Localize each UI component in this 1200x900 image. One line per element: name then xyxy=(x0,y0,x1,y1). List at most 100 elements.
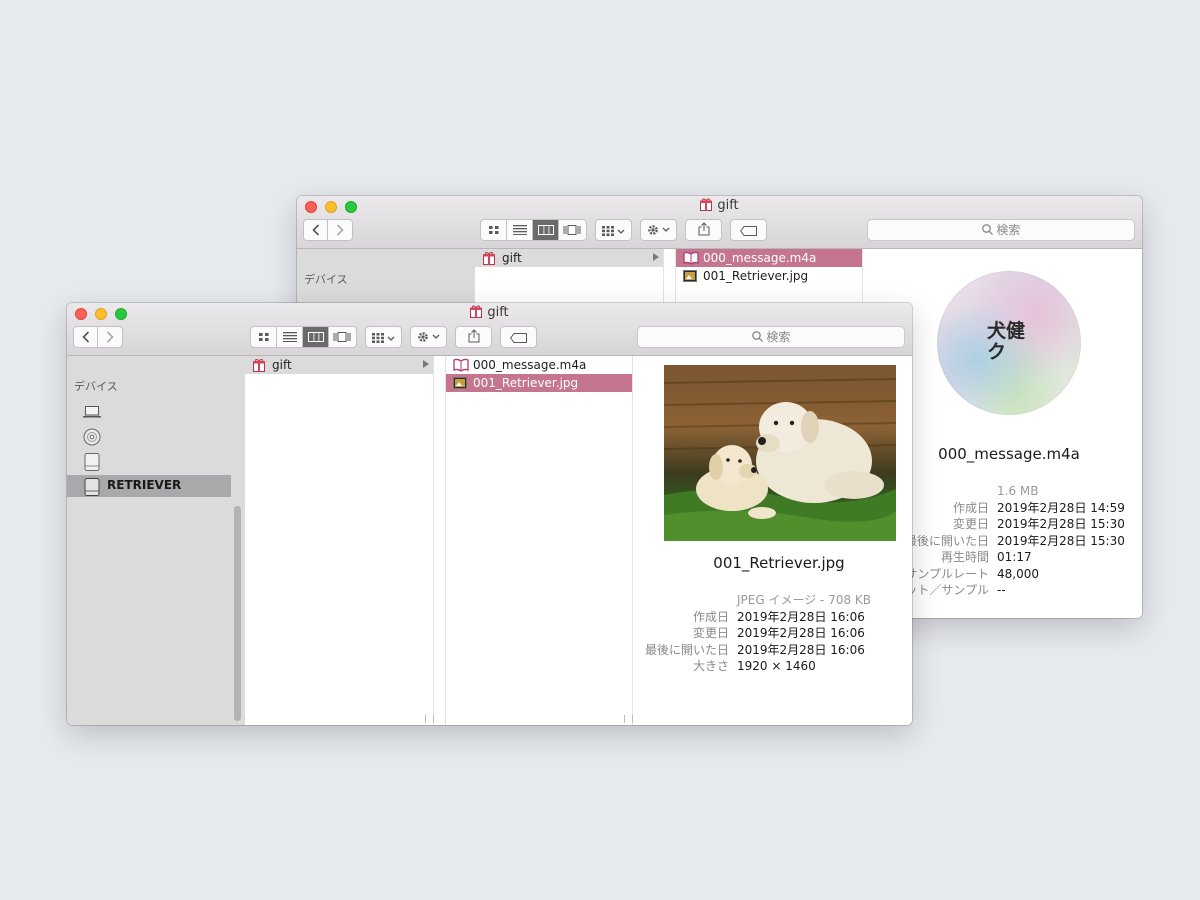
list-item[interactable]: gift xyxy=(475,249,663,267)
column-1[interactable]: gift xyxy=(245,356,434,725)
share-icon xyxy=(698,221,710,240)
jpeg-image-icon xyxy=(453,376,467,394)
item-name: 001_Retriever.jpg xyxy=(473,376,579,390)
window-title: gift xyxy=(297,198,1142,213)
item-name: gift xyxy=(272,358,292,372)
search-field[interactable]: 検索 xyxy=(867,219,1135,241)
meta-key: 最後に開いた日 xyxy=(644,642,729,657)
jpeg-image-icon xyxy=(683,269,697,287)
file-size: 1.6 MB xyxy=(997,484,1039,498)
meta-value: 2019年2月28日 16:06 xyxy=(737,642,865,657)
meta-key: 変更日 xyxy=(952,517,989,531)
meta-value: 2019年2月28日 16:06 xyxy=(737,626,865,640)
column-2[interactable]: 000_message.m4a 001_Retriever.jpg xyxy=(445,356,633,725)
meta-value: 2019年2月28日 15:30 xyxy=(997,533,1125,548)
item-name: gift xyxy=(502,251,522,265)
list-item[interactable]: 001_Retriever.jpg xyxy=(446,374,632,392)
gift-folder-icon xyxy=(470,305,483,318)
list-item[interactable]: 000_message.m4a xyxy=(446,356,632,374)
view-switcher[interactable] xyxy=(250,326,357,348)
nav-buttons[interactable] xyxy=(73,326,123,348)
share-icon xyxy=(468,328,480,347)
group-button[interactable] xyxy=(365,326,402,348)
list-view-icon[interactable] xyxy=(277,327,303,347)
column-resize-handle[interactable] xyxy=(624,715,633,723)
sidebar-scrollbar[interactable] xyxy=(234,506,241,721)
cover-flow-icon[interactable] xyxy=(329,327,355,347)
drive-icon xyxy=(83,478,101,500)
window-title-text: gift xyxy=(717,198,739,213)
list-item[interactable]: gift xyxy=(245,356,433,374)
share-button[interactable] xyxy=(685,219,722,241)
meta-key: サンプルレート xyxy=(905,566,989,581)
file-metadata: JPEG イメージ - 708 KB 作成日 2019年2月28日 16:06 変… xyxy=(633,592,912,675)
sidebar-item-retriever[interactable]: RETRIEVER xyxy=(67,475,231,497)
disclosure-arrow-icon xyxy=(423,360,429,368)
meta-key: 作成日 xyxy=(692,609,729,624)
back-icon[interactable] xyxy=(74,327,99,347)
title-bar[interactable]: gift 検索 xyxy=(297,196,1142,249)
meta-value: 2019年2月28日 14:59 xyxy=(997,500,1125,515)
forward-icon[interactable] xyxy=(98,327,122,347)
action-button[interactable] xyxy=(640,219,677,241)
action-gear-icon xyxy=(417,328,441,347)
action-button[interactable] xyxy=(410,326,447,348)
finder-window-front[interactable]: gift 検索 デバイス RETRIEVER gift 000_message.… xyxy=(67,303,912,725)
sidebar-item-external-drive[interactable] xyxy=(67,450,231,472)
window-title: gift xyxy=(67,305,912,320)
preview-file-name: 001_Retriever.jpg xyxy=(713,554,845,572)
view-switcher[interactable] xyxy=(480,219,587,241)
nav-buttons[interactable] xyxy=(303,219,353,241)
forward-icon[interactable] xyxy=(328,220,352,240)
sidebar-item-disc[interactable] xyxy=(67,425,231,447)
external-drive-icon xyxy=(83,453,101,475)
laptop-icon xyxy=(83,403,101,422)
group-button[interactable] xyxy=(595,219,632,241)
item-name: 000_message.m4a xyxy=(703,251,817,265)
search-placeholder: 検索 xyxy=(766,330,791,344)
meta-value: 48,000 xyxy=(997,566,1039,581)
tag-icon xyxy=(739,221,758,240)
search-field[interactable]: 検索 xyxy=(637,326,905,348)
gift-folder-icon xyxy=(482,251,496,270)
meta-value: -- xyxy=(997,583,1006,597)
image-preview xyxy=(664,365,896,541)
item-name: 001_Retriever.jpg xyxy=(703,269,809,283)
title-bar[interactable]: gift 検索 xyxy=(67,303,912,356)
meta-value: 2019年2月28日 16:06 xyxy=(737,609,865,624)
gift-folder-icon xyxy=(252,358,266,377)
list-item[interactable]: 001_Retriever.jpg xyxy=(676,267,862,285)
sidebar[interactable]: デバイス RETRIEVER xyxy=(67,356,245,725)
column-view-icon[interactable] xyxy=(533,220,559,240)
icon-view-icon[interactable] xyxy=(481,220,507,240)
sidebar-item-label: RETRIEVER xyxy=(107,478,182,492)
meta-key: 最後に開いた日 xyxy=(904,533,989,548)
file-metadata: 1.6 MB 作成日 2019年2月28日 14:59 変更日 2019年2月28日… xyxy=(893,483,1142,599)
preview-file-name: 000_message.m4a xyxy=(938,445,1080,463)
tag-button[interactable] xyxy=(500,326,537,348)
preview-pane: 001_Retriever.jpg JPEG イメージ - 708 KB 作成日… xyxy=(645,356,912,725)
icon-view-icon[interactable] xyxy=(251,327,277,347)
meta-value: 2019年2月28日 15:30 xyxy=(997,517,1125,531)
list-view-icon[interactable] xyxy=(507,220,533,240)
tag-icon xyxy=(509,328,528,347)
sidebar-section-header: デバイス xyxy=(74,380,118,393)
column-view-icon[interactable] xyxy=(303,327,329,347)
search-placeholder: 検索 xyxy=(996,223,1021,237)
optical-disc-icon xyxy=(83,428,101,450)
item-name: 000_message.m4a xyxy=(473,358,587,372)
meta-key: 大きさ xyxy=(692,659,729,673)
album-art: 犬健 ク xyxy=(937,271,1081,415)
file-kind-size: JPEG イメージ - 708 KB xyxy=(737,593,872,607)
share-button[interactable] xyxy=(455,326,492,348)
window-title-text: gift xyxy=(487,305,509,320)
cover-flow-icon[interactable] xyxy=(559,220,585,240)
tag-button[interactable] xyxy=(730,219,767,241)
back-icon[interactable] xyxy=(304,220,329,240)
column-resize-handle[interactable] xyxy=(425,715,434,723)
group-icon xyxy=(371,328,396,347)
sidebar-item-laptop[interactable] xyxy=(67,400,231,422)
gift-folder-icon xyxy=(700,198,713,211)
search-icon xyxy=(981,223,993,237)
list-item[interactable]: 000_message.m4a xyxy=(676,249,862,267)
